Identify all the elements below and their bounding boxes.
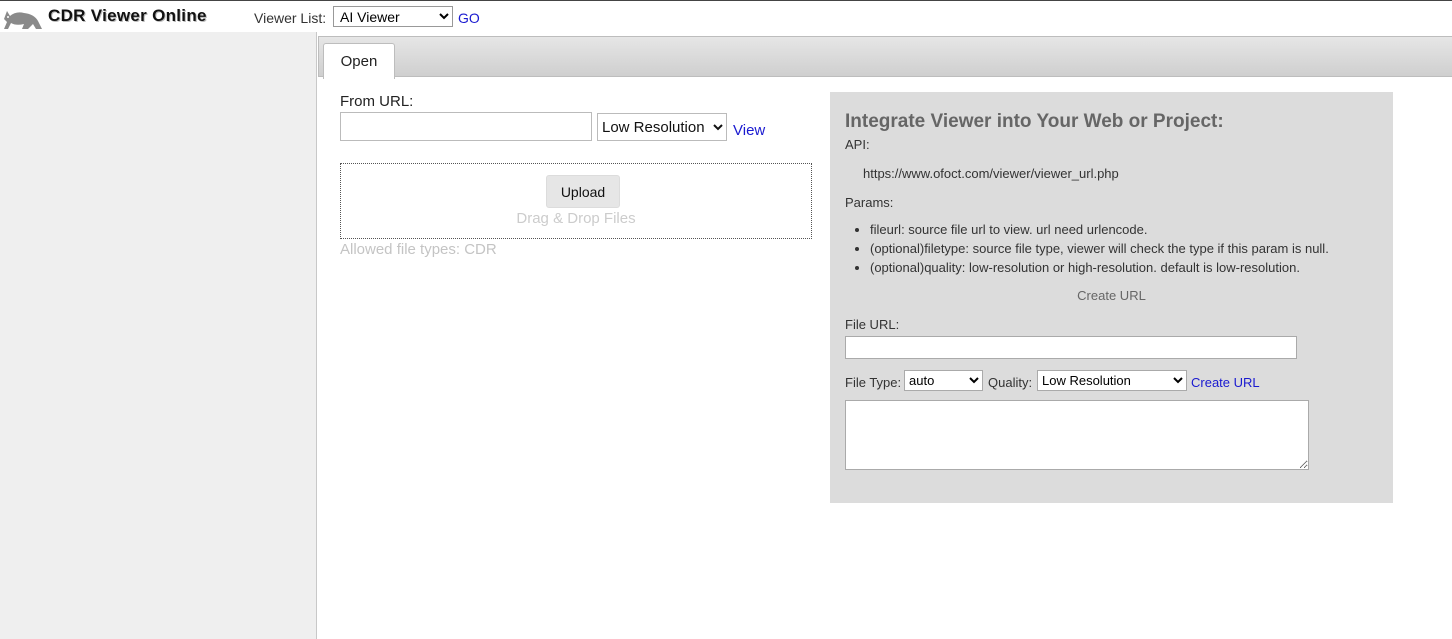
api-label: API:	[845, 137, 870, 152]
viewer-list-label: Viewer List:	[254, 10, 327, 26]
from-url-input[interactable]	[340, 112, 592, 141]
tab-open[interactable]: Open	[323, 43, 395, 79]
file-url-label: File URL:	[845, 317, 900, 332]
param-item: (optional)quality: low-resolution or hig…	[870, 259, 1329, 276]
drop-zone[interactable]: Upload Drag & Drop Files	[340, 163, 812, 239]
resolution-select[interactable]: Low Resolution	[597, 113, 727, 141]
integrate-title: Integrate Viewer into Your Web or Projec…	[845, 111, 1224, 132]
file-type-label: File Type:	[845, 375, 902, 390]
params-list: fileurl: source file url to view. url ne…	[845, 221, 1329, 278]
quality-label: Quality:	[988, 375, 1033, 390]
viewer-list-select[interactable]: AI Viewer	[333, 6, 453, 27]
api-url: https://www.ofoct.com/viewer/viewer_url.…	[863, 166, 1119, 181]
cat-logo-icon[interactable]	[2, 5, 44, 31]
file-type-select[interactable]: auto	[904, 370, 983, 391]
quality-select[interactable]: Low Resolution	[1037, 370, 1187, 391]
result-url-textarea[interactable]	[845, 400, 1309, 470]
create-url-heading: Create URL	[1077, 288, 1146, 303]
file-url-input[interactable]	[845, 336, 1297, 359]
drag-drop-text: Drag & Drop Files	[516, 210, 636, 227]
params-label: Params:	[845, 195, 894, 210]
view-link[interactable]: View	[733, 122, 765, 139]
param-item: (optional)filetype: source file type, vi…	[870, 240, 1329, 257]
tab-bar: Open	[318, 36, 1452, 79]
integrate-panel: Integrate Viewer into Your Web or Projec…	[830, 92, 1393, 503]
site-title[interactable]: CDR Viewer Online	[48, 6, 207, 26]
upload-button[interactable]: Upload	[546, 175, 620, 208]
top-bar: CDR Viewer Online Viewer List: AI Viewer…	[0, 0, 1452, 32]
from-url-label: From URL:	[340, 93, 414, 110]
go-link[interactable]: GO	[458, 10, 480, 26]
allowed-file-types: Allowed file types: CDR	[340, 241, 497, 258]
main-content: Open From URL: Low Resolution View Uploa…	[318, 32, 1452, 639]
param-item: fileurl: source file url to view. url ne…	[870, 221, 1329, 238]
left-sidebar	[0, 32, 317, 639]
create-url-link[interactable]: Create URL	[1191, 375, 1260, 390]
